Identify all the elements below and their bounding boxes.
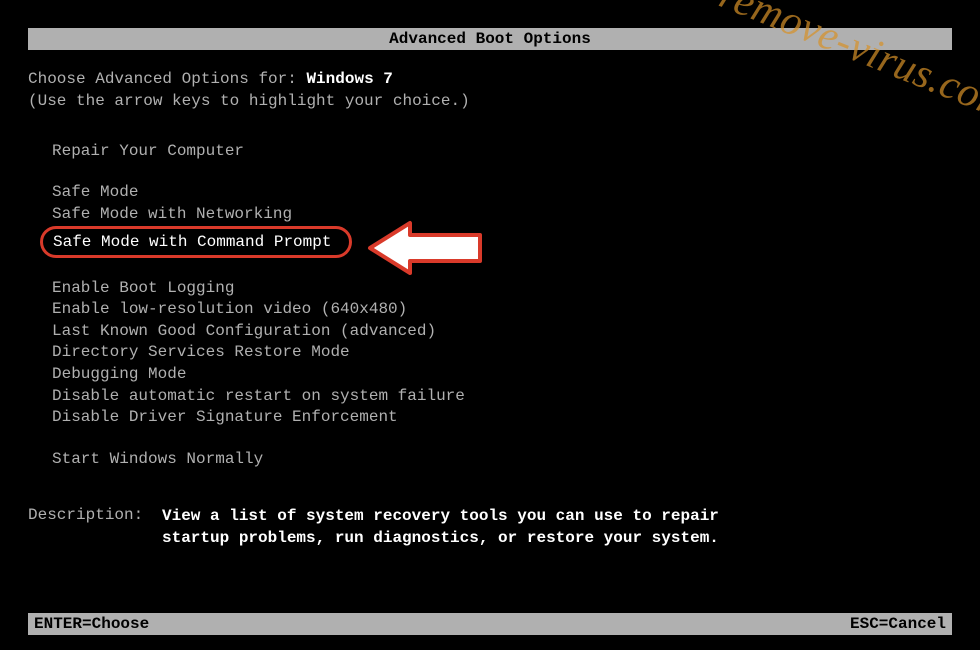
description-text-2: startup problems, run diagnostics, or re… [162,528,719,550]
annotation-arrow-icon [360,213,490,288]
menu-item-repair[interactable]: Repair Your Computer [52,141,952,163]
menu-item-last-known[interactable]: Last Known Good Configuration (advanced) [52,321,952,343]
menu-item-safe-mode-networking[interactable]: Safe Mode with Networking [52,204,952,226]
menu-item-disable-driver-sig[interactable]: Disable Driver Signature Enforcement [52,407,952,429]
description-text-1: View a list of system recovery tools you… [162,506,719,528]
menu-item-low-res[interactable]: Enable low-resolution video (640x480) [52,299,952,321]
description-label: Description: [28,506,162,549]
header-prefix: Choose Advanced Options for: [28,70,306,88]
footer-bar: ENTER=Choose ESC=Cancel [28,613,952,635]
footer-esc: ESC=Cancel [850,615,946,633]
menu-item-safe-mode[interactable]: Safe Mode [52,182,952,204]
menu-item-disable-restart[interactable]: Disable automatic restart on system fail… [52,386,952,408]
menu-item-directory-services[interactable]: Directory Services Restore Mode [52,342,952,364]
menu-item-boot-logging[interactable]: Enable Boot Logging [52,278,952,300]
os-name: Windows 7 [306,70,392,88]
instruction-text: (Use the arrow keys to highlight your ch… [28,90,952,112]
footer-enter: ENTER=Choose [34,615,149,633]
menu-item-safe-mode-cmd[interactable]: Safe Mode with Command Prompt [40,226,352,258]
header-line: Choose Advanced Options for: Windows 7 [28,68,952,90]
menu-item-debugging[interactable]: Debugging Mode [52,364,952,386]
menu-item-start-normally[interactable]: Start Windows Normally [52,449,952,471]
